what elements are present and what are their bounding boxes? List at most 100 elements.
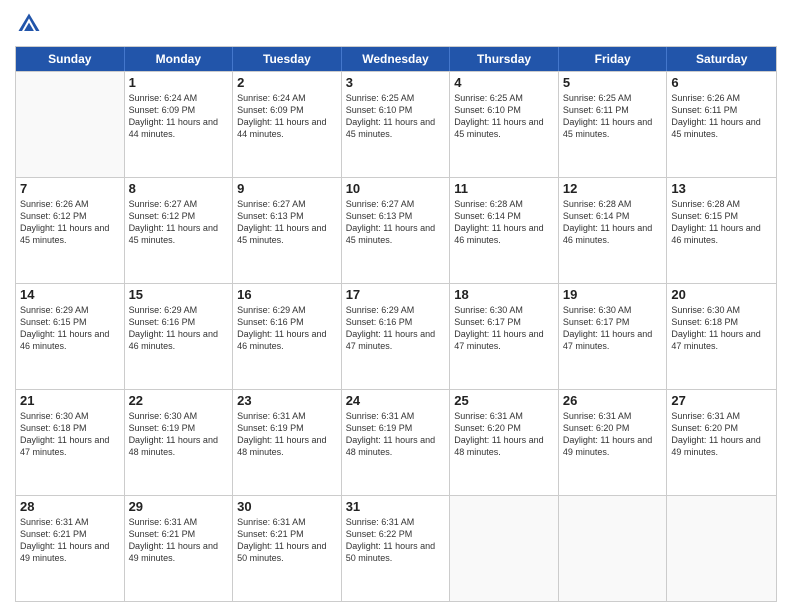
- week-row-4: 21Sunrise: 6:30 AMSunset: 6:18 PMDayligh…: [16, 389, 776, 495]
- day-number: 16: [237, 287, 337, 302]
- day-number: 13: [671, 181, 772, 196]
- weekday-header-friday: Friday: [559, 47, 668, 71]
- page: SundayMondayTuesdayWednesdayThursdayFrid…: [0, 0, 792, 612]
- day-info: Sunrise: 6:30 AMSunset: 6:17 PMDaylight:…: [563, 304, 663, 353]
- day-number: 15: [129, 287, 229, 302]
- week-row-1: 1Sunrise: 6:24 AMSunset: 6:09 PMDaylight…: [16, 71, 776, 177]
- day-number: 26: [563, 393, 663, 408]
- day-cell-5: 5 Sunrise: 6:25 AMSunset: 6:11 PMDaylight…: [559, 72, 668, 177]
- day-cell-20: 20 Sunrise: 6:30 AMSunset: 6:18 PMDayligh…: [667, 284, 776, 389]
- calendar: SundayMondayTuesdayWednesdayThursdayFrid…: [15, 46, 777, 602]
- day-number: 19: [563, 287, 663, 302]
- week-row-5: 28 Sunrise: 6:31 AMSunset: 6:21 PMDayligh…: [16, 495, 776, 601]
- weekday-header-sunday: Sunday: [16, 47, 125, 71]
- day-info: Sunrise: 6:31 AMSunset: 6:20 PMDaylight:…: [454, 410, 554, 459]
- day-info: Sunrise: 6:28 AMSunset: 6:15 PMDaylight:…: [671, 198, 772, 247]
- empty-cell: [667, 496, 776, 601]
- day-cell-26: 26 Sunrise: 6:31 AMSunset: 6:20 PMDayligh…: [559, 390, 668, 495]
- day-info: Sunrise: 6:31 AMSunset: 6:19 PMDaylight:…: [237, 410, 337, 459]
- day-info: Sunrise: 6:28 AMSunset: 6:14 PMDaylight:…: [563, 198, 663, 247]
- day-number: 28: [20, 499, 120, 514]
- day-info: Sunrise: 6:30 AMSunset: 6:19 PMDaylight:…: [129, 410, 229, 459]
- week-row-2: 7 Sunrise: 6:26 AMSunset: 6:12 PMDaylight…: [16, 177, 776, 283]
- day-cell-17: 17 Sunrise: 6:29 AMSunset: 6:16 PMDayligh…: [342, 284, 451, 389]
- day-info: Sunrise: 6:27 AMSunset: 6:13 PMDaylight:…: [346, 198, 446, 247]
- day-number: 11: [454, 181, 554, 196]
- day-cell-21: 21Sunrise: 6:30 AMSunset: 6:18 PMDayligh…: [16, 390, 125, 495]
- day-number: 9: [237, 181, 337, 196]
- day-info: Sunrise: 6:25 AMSunset: 6:10 PMDaylight:…: [346, 92, 446, 141]
- day-cell-29: 29 Sunrise: 6:31 AMSunset: 6:21 PMDayligh…: [125, 496, 234, 601]
- day-cell-14: 14Sunrise: 6:29 AMSunset: 6:15 PMDayligh…: [16, 284, 125, 389]
- day-number: 8: [129, 181, 229, 196]
- day-info: Sunrise: 6:31 AMSunset: 6:21 PMDaylight:…: [237, 516, 337, 565]
- day-info: Sunrise: 6:27 AMSunset: 6:13 PMDaylight:…: [237, 198, 337, 247]
- day-cell-19: 19 Sunrise: 6:30 AMSunset: 6:17 PMDayligh…: [559, 284, 668, 389]
- weekday-header-tuesday: Tuesday: [233, 47, 342, 71]
- day-info: Sunrise: 6:27 AMSunset: 6:12 PMDaylight:…: [129, 198, 229, 247]
- day-cell-30: 30 Sunrise: 6:31 AMSunset: 6:21 PMDayligh…: [233, 496, 342, 601]
- weekday-header-saturday: Saturday: [667, 47, 776, 71]
- day-info: Sunrise: 6:25 AMSunset: 6:11 PMDaylight:…: [563, 92, 663, 141]
- day-number: 5: [563, 75, 663, 90]
- day-number: 2: [237, 75, 337, 90]
- weekday-header-thursday: Thursday: [450, 47, 559, 71]
- calendar-body: 1Sunrise: 6:24 AMSunset: 6:09 PMDaylight…: [16, 71, 776, 601]
- day-cell-13: 13 Sunrise: 6:28 AMSunset: 6:15 PMDayligh…: [667, 178, 776, 283]
- day-number: 27: [671, 393, 772, 408]
- logo-icon: [15, 10, 43, 38]
- day-info: Sunrise: 6:31 AMSunset: 6:21 PMDaylight:…: [20, 516, 120, 565]
- day-number: 31: [346, 499, 446, 514]
- day-number: 1: [129, 75, 229, 90]
- day-number: 22: [129, 393, 229, 408]
- week-row-3: 14Sunrise: 6:29 AMSunset: 6:15 PMDayligh…: [16, 283, 776, 389]
- empty-cell: [559, 496, 668, 601]
- day-cell-11: 11 Sunrise: 6:28 AMSunset: 6:14 PMDayligh…: [450, 178, 559, 283]
- day-number: 7: [20, 181, 120, 196]
- day-info: Sunrise: 6:29 AMSunset: 6:15 PMDaylight:…: [20, 304, 120, 353]
- day-info: Sunrise: 6:31 AMSunset: 6:20 PMDaylight:…: [563, 410, 663, 459]
- weekday-header-monday: Monday: [125, 47, 234, 71]
- day-number: 10: [346, 181, 446, 196]
- logo: [15, 10, 47, 38]
- day-info: Sunrise: 6:30 AMSunset: 6:17 PMDaylight:…: [454, 304, 554, 353]
- day-info: Sunrise: 6:31 AMSunset: 6:20 PMDaylight:…: [671, 410, 772, 459]
- day-number: 25: [454, 393, 554, 408]
- empty-cell: [16, 72, 125, 177]
- day-number: 4: [454, 75, 554, 90]
- day-cell-28: 28 Sunrise: 6:31 AMSunset: 6:21 PMDayligh…: [16, 496, 125, 601]
- day-info: Sunrise: 6:29 AMSunset: 6:16 PMDaylight:…: [237, 304, 337, 353]
- weekday-header-wednesday: Wednesday: [342, 47, 451, 71]
- day-number: 17: [346, 287, 446, 302]
- day-number: 24: [346, 393, 446, 408]
- day-number: 6: [671, 75, 772, 90]
- day-cell-12: 12Sunrise: 6:28 AMSunset: 6:14 PMDayligh…: [559, 178, 668, 283]
- day-number: 20: [671, 287, 772, 302]
- day-cell-16: 16 Sunrise: 6:29 AMSunset: 6:16 PMDayligh…: [233, 284, 342, 389]
- day-info: Sunrise: 6:31 AMSunset: 6:21 PMDaylight:…: [129, 516, 229, 565]
- day-info: Sunrise: 6:30 AMSunset: 6:18 PMDaylight:…: [671, 304, 772, 353]
- day-info: Sunrise: 6:30 AMSunset: 6:18 PMDaylight:…: [20, 410, 120, 459]
- day-info: Sunrise: 6:26 AMSunset: 6:11 PMDaylight:…: [671, 92, 772, 141]
- day-info: Sunrise: 6:26 AMSunset: 6:12 PMDaylight:…: [20, 198, 120, 247]
- day-info: Sunrise: 6:28 AMSunset: 6:14 PMDaylight:…: [454, 198, 554, 247]
- day-number: 29: [129, 499, 229, 514]
- day-cell-1: 1Sunrise: 6:24 AMSunset: 6:09 PMDaylight…: [125, 72, 234, 177]
- day-number: 30: [237, 499, 337, 514]
- day-cell-27: 27 Sunrise: 6:31 AMSunset: 6:20 PMDayligh…: [667, 390, 776, 495]
- day-number: 3: [346, 75, 446, 90]
- day-cell-15: 15 Sunrise: 6:29 AMSunset: 6:16 PMDayligh…: [125, 284, 234, 389]
- day-cell-8: 8 Sunrise: 6:27 AMSunset: 6:12 PMDaylight…: [125, 178, 234, 283]
- empty-cell: [450, 496, 559, 601]
- day-cell-23: 23 Sunrise: 6:31 AMSunset: 6:19 PMDayligh…: [233, 390, 342, 495]
- day-info: Sunrise: 6:29 AMSunset: 6:16 PMDaylight:…: [346, 304, 446, 353]
- day-cell-2: 2Sunrise: 6:24 AMSunset: 6:09 PMDaylight…: [233, 72, 342, 177]
- day-cell-9: 9 Sunrise: 6:27 AMSunset: 6:13 PMDaylight…: [233, 178, 342, 283]
- header: [15, 10, 777, 38]
- day-number: 23: [237, 393, 337, 408]
- day-cell-22: 22 Sunrise: 6:30 AMSunset: 6:19 PMDayligh…: [125, 390, 234, 495]
- day-info: Sunrise: 6:29 AMSunset: 6:16 PMDaylight:…: [129, 304, 229, 353]
- day-cell-10: 10 Sunrise: 6:27 AMSunset: 6:13 PMDayligh…: [342, 178, 451, 283]
- day-cell-25: 25 Sunrise: 6:31 AMSunset: 6:20 PMDayligh…: [450, 390, 559, 495]
- day-info: Sunrise: 6:25 AMSunset: 6:10 PMDaylight:…: [454, 92, 554, 141]
